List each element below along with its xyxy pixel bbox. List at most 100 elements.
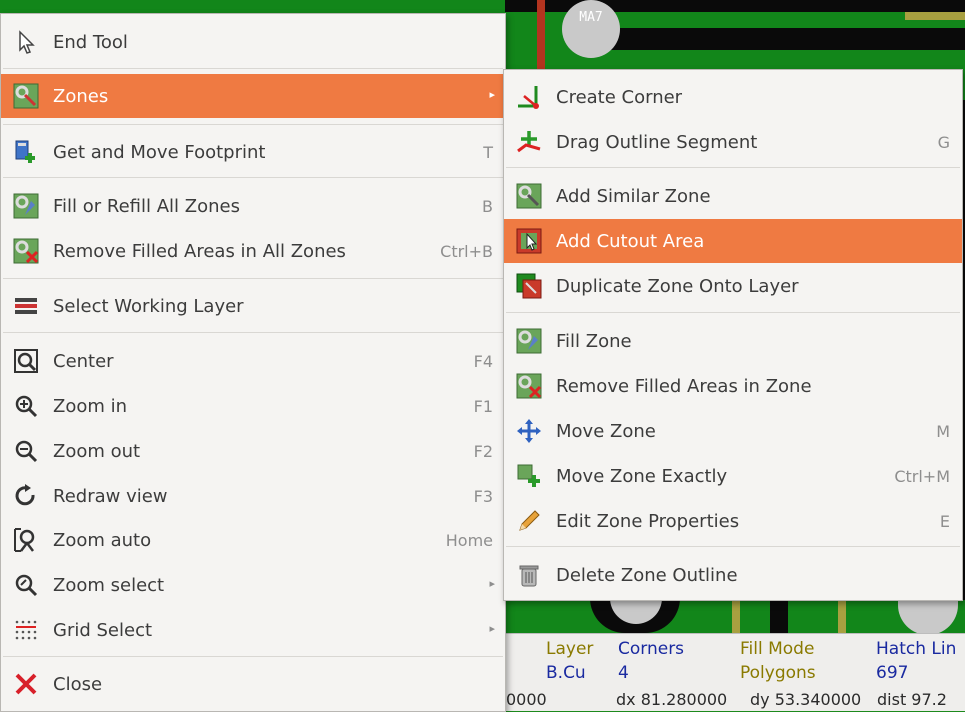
menu-item-shortcut: T bbox=[483, 143, 493, 162]
menu-item[interactable]: Fill or Refill All Zones B bbox=[1, 184, 505, 228]
menu-item-label: Grid Select bbox=[53, 620, 153, 641]
menu-item-shortcut: Ctrl+B bbox=[440, 242, 493, 261]
status-hatch-label: Hatch Lin bbox=[876, 639, 957, 659]
drag-segment-icon bbox=[516, 129, 542, 155]
menu-item-label: Select Working Layer bbox=[53, 296, 244, 317]
status-fill-mode-value: Polygons bbox=[740, 663, 816, 683]
submenu-item[interactable]: Move Zone Exactly Ctrl+M bbox=[504, 454, 962, 498]
pcb-trace bbox=[770, 598, 788, 633]
submenu-item[interactable]: Create Corner bbox=[504, 75, 962, 119]
zoom-select-icon bbox=[13, 572, 39, 598]
status-layer-value: B.Cu bbox=[546, 663, 586, 683]
menu-separator bbox=[3, 332, 503, 333]
menu-item[interactable]: Close bbox=[1, 662, 505, 706]
menu-item-label: Zoom select bbox=[53, 575, 165, 596]
similar-zone-icon bbox=[516, 183, 542, 209]
duplicate-zone-icon bbox=[516, 273, 542, 299]
status-coord-prefix: 0000 bbox=[506, 690, 547, 709]
menu-separator bbox=[3, 68, 503, 69]
status-dx: dx 81.280000 bbox=[616, 690, 728, 709]
pcb-silkscreen bbox=[905, 12, 965, 20]
menu-separator bbox=[3, 124, 503, 125]
menu-separator bbox=[506, 312, 960, 313]
menu-item-shortcut: B bbox=[482, 197, 493, 216]
menu-item[interactable]: Center F4 bbox=[1, 339, 505, 383]
submenu-item-label: Delete Zone Outline bbox=[556, 565, 738, 586]
menu-item-shortcut: F1 bbox=[473, 397, 493, 416]
cutout-area-icon bbox=[516, 228, 542, 254]
menu-item[interactable]: Select Working Layer bbox=[1, 284, 505, 328]
menu-item-label: Redraw view bbox=[53, 486, 168, 507]
pcb-track bbox=[537, 0, 545, 69]
menu-item-shortcut: Home bbox=[445, 531, 493, 550]
pcb-silkscreen bbox=[838, 598, 846, 633]
fill-zones-icon bbox=[13, 193, 39, 219]
menu-item[interactable]: Zoom select ▸ bbox=[1, 563, 505, 607]
redraw-icon bbox=[13, 483, 39, 509]
submenu-item[interactable]: Duplicate Zone Onto Layer bbox=[504, 264, 962, 308]
menu-item-label: Fill or Refill All Zones bbox=[53, 196, 240, 217]
submenu-item-shortcut: E bbox=[939, 512, 950, 531]
menu-item[interactable]: Zones ▸ bbox=[1, 74, 505, 118]
menu-item-label: Center bbox=[53, 351, 114, 372]
submenu-item-label: Fill Zone bbox=[556, 331, 632, 352]
menu-item-label: Zoom auto bbox=[53, 530, 152, 551]
unfill-zone-icon bbox=[516, 373, 542, 399]
status-layer-label: Layer bbox=[546, 639, 594, 659]
pcb-pad: MA7 bbox=[562, 0, 620, 58]
zoom-out-icon bbox=[13, 438, 39, 464]
status-hatch-value: 697 bbox=[876, 663, 909, 683]
submenu-item[interactable]: Remove Filled Areas in Zone bbox=[504, 364, 962, 408]
menu-item-label: Close bbox=[53, 674, 103, 695]
menu-separator bbox=[506, 546, 960, 547]
status-dist: dist 97.2 bbox=[877, 690, 947, 709]
menu-item[interactable]: Get and Move Footprint T bbox=[1, 130, 505, 174]
status-corners-value: 4 bbox=[618, 663, 629, 683]
submenu-item[interactable]: Add Cutout Area bbox=[504, 219, 962, 263]
submenu-arrow-icon: ▸ bbox=[489, 577, 495, 590]
status-corners-label: Corners bbox=[618, 639, 685, 659]
pcb-trace bbox=[600, 28, 965, 50]
submenu-arrow-icon: ▸ bbox=[489, 88, 495, 101]
submenu-item-label: Duplicate Zone Onto Layer bbox=[556, 276, 799, 297]
submenu-arrow-icon: ▸ bbox=[489, 622, 495, 635]
menu-separator bbox=[3, 278, 503, 279]
submenu-item[interactable]: Delete Zone Outline bbox=[504, 553, 962, 597]
submenu-item-label: Add Similar Zone bbox=[556, 186, 711, 207]
menu-item[interactable]: End Tool bbox=[1, 20, 505, 64]
submenu-item-label: Edit Zone Properties bbox=[556, 511, 740, 532]
fill-zone-icon bbox=[516, 328, 542, 354]
menu-item[interactable]: Zoom in F1 bbox=[1, 384, 505, 428]
menu-item[interactable]: Redraw view F3 bbox=[1, 474, 505, 518]
menu-item[interactable]: Zoom auto Home bbox=[1, 518, 505, 562]
create-corner-icon bbox=[516, 84, 542, 110]
submenu-item[interactable]: Add Similar Zone bbox=[504, 174, 962, 218]
submenu-item-label: Move Zone Exactly bbox=[556, 466, 728, 487]
submenu-item[interactable]: Move Zone M bbox=[504, 409, 962, 453]
menu-item-shortcut: F4 bbox=[473, 352, 493, 371]
zoom-auto-icon bbox=[13, 527, 39, 553]
menu-item[interactable]: Remove Filled Areas in All Zones Ctrl+B bbox=[1, 229, 505, 273]
zones-submenu: Create Corner Drag Outline Segment G Add Si… bbox=[503, 69, 963, 601]
footprint-move-icon bbox=[13, 139, 39, 165]
menu-item-label: Zones bbox=[53, 86, 109, 107]
submenu-item[interactable]: Edit Zone Properties E bbox=[504, 499, 962, 543]
menu-separator bbox=[3, 177, 503, 178]
menu-item[interactable]: Zoom out F2 bbox=[1, 429, 505, 473]
center-icon bbox=[13, 348, 39, 374]
menu-item[interactable]: Grid Select ▸ bbox=[1, 608, 505, 652]
zone-icon bbox=[13, 83, 39, 109]
submenu-item[interactable]: Fill Zone bbox=[504, 319, 962, 363]
close-icon bbox=[13, 671, 39, 697]
menu-item-label: Zoom in bbox=[53, 396, 128, 417]
submenu-item-label: Create Corner bbox=[556, 87, 683, 108]
pcb-silkscreen bbox=[732, 598, 740, 633]
submenu-item[interactable]: Drag Outline Segment G bbox=[504, 120, 962, 164]
status-fill-mode-label: Fill Mode bbox=[740, 639, 815, 659]
menu-separator bbox=[506, 167, 960, 168]
pencil-icon bbox=[516, 508, 542, 534]
menu-item-label: Get and Move Footprint bbox=[53, 142, 266, 163]
zoom-in-icon bbox=[13, 393, 39, 419]
submenu-item-label: Add Cutout Area bbox=[556, 231, 705, 252]
cursor-arrow-icon bbox=[13, 29, 39, 55]
